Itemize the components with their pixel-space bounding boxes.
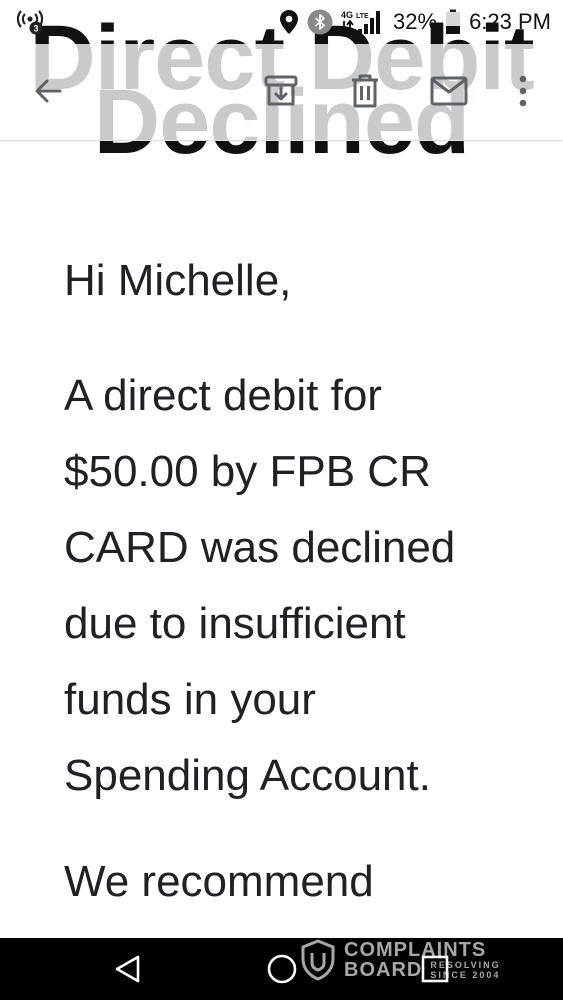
message-line: Spending Account. [64, 751, 431, 800]
mail-icon [430, 76, 468, 106]
watermark-tag-2: SINCE 2004 [430, 970, 501, 980]
email-recommendation: We recommend funding [64, 844, 524, 938]
back-button[interactable] [23, 64, 73, 118]
network-type-badge-2: LTE [356, 13, 369, 20]
mark-unread-button[interactable] [424, 64, 474, 118]
email-greeting: Hi Michelle, [64, 256, 292, 305]
shield-icon [301, 939, 335, 981]
bluetooth-icon [307, 9, 333, 35]
location-icon [279, 9, 299, 35]
hotspot-icon: 3 [14, 6, 46, 41]
circle-home-icon [267, 954, 297, 984]
network-type-badge: 4G [341, 10, 353, 20]
battery-percent: 32% [393, 9, 438, 34]
trash-icon [352, 74, 378, 108]
watermark-tag-1: RESOLVING [430, 960, 501, 970]
message-line: $50.00 by FPB CR [64, 447, 431, 496]
more-vertical-icon [519, 75, 527, 107]
signal-icon: 4G LTE [341, 8, 385, 36]
battery-icon [445, 9, 461, 35]
back-nav-button[interactable] [98, 942, 158, 996]
archive-button[interactable] [256, 64, 306, 118]
message-line: We recommend [64, 857, 374, 906]
message-line: funds in your [64, 675, 316, 724]
archive-icon [264, 75, 298, 106]
message-line: due to insufficient [64, 599, 406, 648]
message-line: A direct debit for [64, 371, 382, 420]
clock: 6:23 PM [469, 9, 551, 34]
arrow-left-icon [35, 79, 62, 103]
watermark-logo: COMPLAINTS BOARD RESOLVING SINCE 2004 [300, 936, 520, 984]
message-line: CARD was declined [64, 523, 456, 572]
email-toolbar [0, 44, 563, 141]
hotspot-badge: 3 [33, 24, 38, 34]
delete-button[interactable] [340, 64, 390, 118]
status-bar: 3 4G LTE 32% 6:23 PM [0, 0, 563, 44]
watermark-line-1: COMPLAINTS [344, 939, 487, 961]
more-options-button[interactable] [498, 64, 548, 118]
triangle-back-icon [115, 955, 140, 983]
watermark-line-2: BOARD [344, 959, 423, 981]
email-message: A direct debit for $50.00 by FPB CR CARD… [64, 358, 524, 814]
